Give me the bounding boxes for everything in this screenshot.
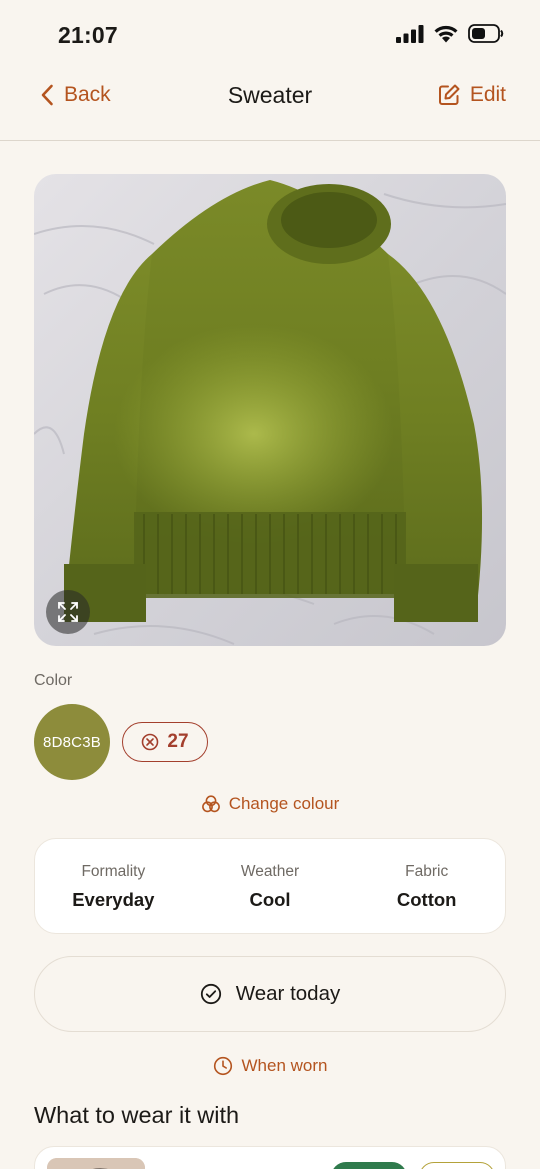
edit-button[interactable]: Edit (437, 83, 506, 107)
color-swatch[interactable]: 8D8C3B (34, 704, 110, 780)
check-circle-icon (200, 983, 221, 1005)
suggestion-chip[interactable] (331, 1162, 407, 1169)
suggestion-chip[interactable] (419, 1162, 495, 1169)
status-time: 21:07 (58, 22, 118, 48)
attribute-label: Weather (240, 863, 300, 880)
status-bar: 21:07 (0, 0, 540, 70)
sweater-photo-illustration (34, 174, 506, 646)
change-colour-label: Change colour (228, 794, 340, 813)
change-colour-button[interactable]: Change colour (0, 794, 540, 814)
expand-photo-button[interactable] (46, 590, 90, 634)
attribute-value: Cool (249, 889, 291, 910)
wear-today-label: Wear today (235, 982, 341, 1005)
color-delta-badge[interactable]: 27 (122, 722, 208, 762)
color-circles-icon (201, 795, 220, 813)
expand-icon (58, 602, 78, 622)
attribute-label: Formality (81, 863, 146, 880)
item-photo[interactable] (34, 174, 506, 646)
wear-today-button[interactable]: Wear today (34, 956, 506, 1032)
attribute-label: Fabric (405, 863, 449, 880)
attribute-value: Cotton (396, 889, 457, 910)
outfit-suggestion-card[interactable] (34, 1146, 506, 1169)
attribute-formality[interactable]: Formality Everyday (35, 839, 192, 933)
wifi-icon (434, 25, 458, 43)
when-worn-label: When worn (241, 1056, 328, 1075)
section-title: What to wear it with (34, 1102, 240, 1128)
when-worn-button[interactable]: When worn (0, 1056, 540, 1076)
cellular-signal-icon (396, 24, 424, 43)
navigation-bar: Back Sweater Edit (0, 70, 540, 141)
attribute-weather[interactable]: Weather Cool (192, 839, 349, 933)
color-section-label: Color (34, 672, 73, 689)
outfit-thumbnail (47, 1158, 145, 1169)
color-delta-count: 27 (167, 731, 189, 752)
close-circle-icon (142, 733, 159, 751)
attribute-fabric[interactable]: Fabric Cotton (348, 839, 505, 933)
clock-icon (213, 1056, 232, 1076)
attributes-card: Formality Everyday Weather Cool Fabric C… (34, 838, 506, 934)
status-icons (396, 24, 504, 43)
attribute-value: Everyday (72, 889, 155, 910)
edit-label: Edit (469, 83, 506, 106)
battery-icon (468, 24, 504, 43)
edit-icon (438, 84, 460, 105)
color-hex-label: 8D8C3B (43, 733, 101, 751)
